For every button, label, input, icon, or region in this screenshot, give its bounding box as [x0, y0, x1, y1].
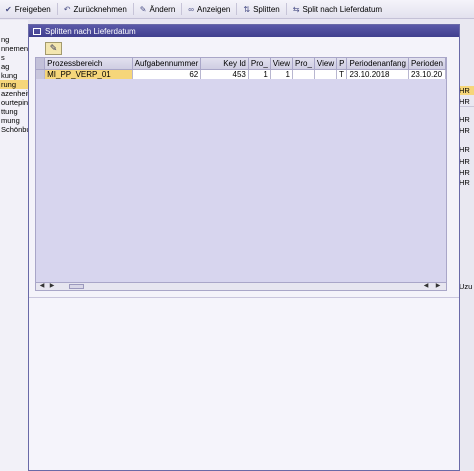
table-cell[interactable]	[292, 69, 315, 79]
data-grid: Prozessbereich Aufgabennummer Key Id Pro…	[35, 57, 447, 283]
column-header[interactable]: P	[336, 58, 348, 70]
bg-cell: HR	[459, 115, 470, 124]
bg-cell: HR	[459, 145, 470, 154]
nav-item[interactable]: Schönbu	[0, 125, 28, 134]
table-cell[interactable]: 453	[200, 69, 249, 79]
left-navigation-tree: ng nnement s ag kung rung azenheit ourte…	[0, 20, 28, 471]
column-header[interactable]: Periodenanfang	[346, 58, 409, 70]
bg-cell: HR	[459, 168, 470, 177]
dialog-body: ✎ Prozessbereich Aufgabennummer Key Id P…	[29, 37, 459, 470]
row-selector[interactable]	[36, 69, 46, 79]
column-header[interactable]: View	[270, 58, 294, 70]
table-cell[interactable]	[314, 69, 338, 79]
scroll-left-icon[interactable]: ▶	[48, 283, 56, 290]
background-table-right: HR HR HR HR HR HR HR HR Uzu	[459, 20, 474, 471]
nav-item[interactable]: kung	[0, 71, 28, 80]
release-button-label: Freigeben	[14, 4, 51, 14]
toolbar-separator	[132, 3, 134, 15]
dialog-footer-area	[29, 297, 459, 470]
split-icon: ⇅	[243, 4, 251, 14]
glasses-icon: ∞	[188, 4, 194, 14]
table-cell[interactable]: 62	[132, 69, 202, 79]
nav-item[interactable]: ourtepin	[0, 98, 28, 107]
undo-button-label: Zurücknehmen	[73, 4, 127, 14]
bg-cell: Uzu	[459, 282, 473, 291]
undo-icon: ↶	[63, 4, 71, 14]
scroll-left-icon[interactable]: ◀	[38, 283, 46, 290]
split-dialog: Splitten nach Lieferdatum ✎ Prozessberei…	[28, 24, 460, 471]
table-cell[interactable]: 23.10.2018	[346, 69, 409, 79]
column-header[interactable]: Pro_	[292, 58, 315, 70]
select-all-rows[interactable]	[36, 58, 46, 70]
toolbar-separator	[236, 3, 238, 15]
window-icon	[33, 27, 41, 35]
undo-button[interactable]: ↶ Zurücknehmen	[59, 1, 132, 18]
scroll-right-icon[interactable]: ◀	[422, 283, 430, 290]
bg-cell: HR	[459, 178, 470, 187]
column-header[interactable]: Pro_	[248, 58, 271, 70]
nav-item[interactable]: s	[0, 53, 28, 62]
release-icon: ✔	[5, 4, 12, 14]
split-button[interactable]: ⇅ Splitten	[238, 1, 284, 18]
table-cell[interactable]: 1	[270, 69, 294, 79]
nav-item[interactable]: mung	[0, 116, 28, 125]
edit-icon: ✎	[49, 43, 58, 53]
split-date-icon: ⇆	[292, 4, 300, 14]
scroll-right-icon[interactable]: ▶	[434, 283, 442, 290]
column-header[interactable]: Prozessbereich	[44, 58, 133, 70]
column-header[interactable]: Perioden	[408, 58, 446, 70]
release-button[interactable]: ✔ Freigeben	[0, 1, 56, 18]
split-by-date-button[interactable]: ⇆ Split nach Lieferdatum	[288, 1, 387, 18]
edit-button[interactable]: ✎	[45, 42, 62, 55]
change-button-label: Ändern	[149, 4, 176, 14]
nav-item[interactable]: nnement	[0, 44, 28, 53]
toolbar-separator	[181, 3, 183, 15]
bg-cell: HR	[459, 86, 474, 95]
scrollbar-thumb[interactable]	[69, 284, 84, 289]
dialog-title-bar[interactable]: Splitten nach Lieferdatum	[29, 25, 459, 37]
bg-cell: HR	[459, 97, 470, 106]
bg-cell: HR	[459, 126, 470, 135]
nav-item[interactable]: ag	[0, 62, 28, 71]
nav-item[interactable]: ttung	[0, 107, 28, 116]
display-button[interactable]: ∞ Anzeigen	[183, 1, 235, 18]
nav-item-selected[interactable]: rung	[0, 80, 28, 89]
table-cell[interactable]: 23.10.20	[408, 69, 446, 79]
nav-item[interactable]: ng	[0, 35, 28, 44]
horizontal-scrollbar[interactable]: ◀ ▶ ◀ ▶	[35, 283, 447, 291]
grid-table: Prozessbereich Aufgabennummer Key Id Pro…	[36, 58, 446, 79]
column-header[interactable]: Aufgabennummer	[132, 58, 202, 70]
column-header[interactable]: View	[314, 58, 338, 70]
change-button[interactable]: ✎ Ändern	[135, 1, 181, 18]
display-button-label: Anzeigen	[197, 4, 231, 14]
table-row[interactable]: MI_PP_VERP_01 62 453 1 1 T 23.10.2018 23…	[36, 69, 446, 79]
bg-divider	[459, 106, 474, 107]
split-by-date-button-label: Split nach Lieferdatum	[302, 4, 383, 14]
table-cell[interactable]: MI_PP_VERP_01	[44, 69, 133, 79]
toolbar-separator	[56, 3, 58, 15]
table-cell[interactable]: 1	[248, 69, 271, 79]
nav-item[interactable]: azenheit	[0, 89, 28, 98]
split-button-label: Splitten	[253, 4, 280, 14]
toolbar-separator	[285, 3, 287, 15]
main-toolbar: ✔ Freigeben ↶ Zurücknehmen ✎ Ändern ∞ An…	[0, 0, 474, 19]
column-header[interactable]: Key Id	[200, 58, 249, 70]
dialog-title: Splitten nach Lieferdatum	[45, 26, 136, 36]
table-cell[interactable]: T	[336, 69, 348, 79]
pencil-icon: ✎	[139, 4, 147, 14]
bg-cell: HR	[459, 157, 470, 166]
